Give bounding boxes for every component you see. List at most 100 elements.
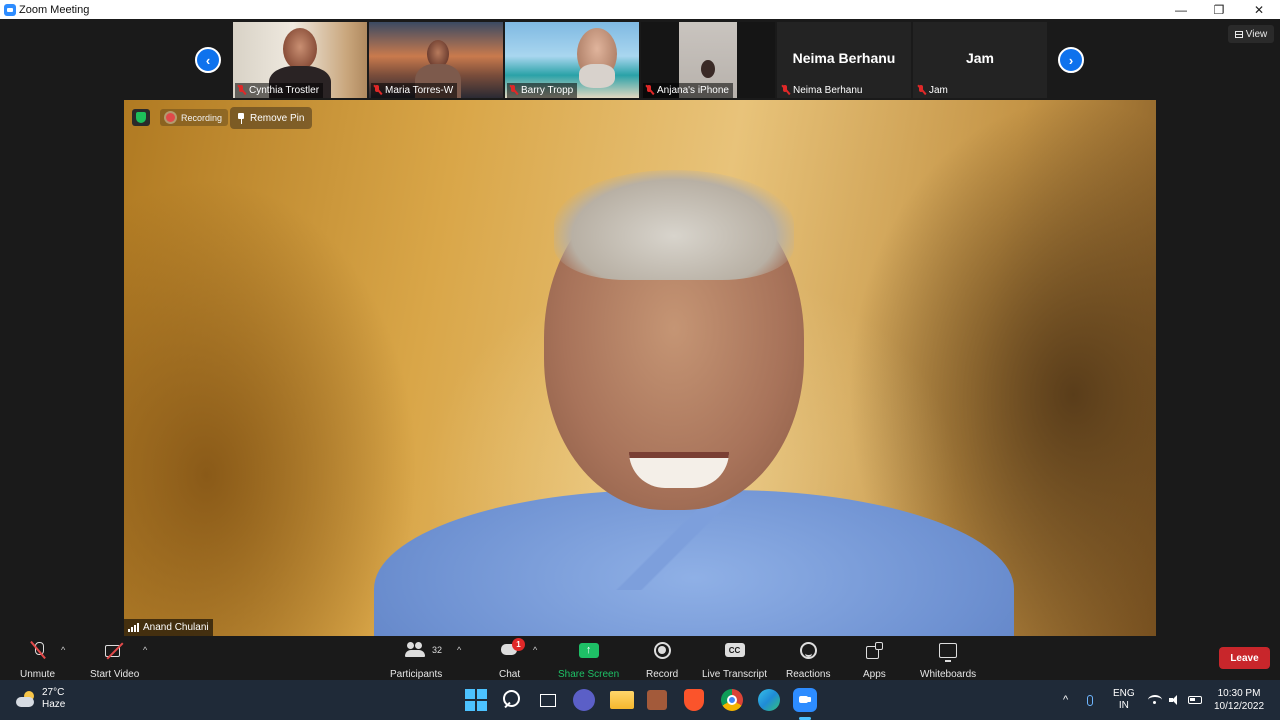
unmute-button[interactable]: Unmute xyxy=(20,639,55,680)
live-transcript-button[interactable]: CC Live Transcript xyxy=(702,639,767,680)
mic-muted-icon xyxy=(509,85,518,96)
chrome-browser-icon[interactable] xyxy=(721,689,743,711)
teams-chat-icon[interactable] xyxy=(573,689,595,711)
weather-widget[interactable]: 27°C Haze xyxy=(16,687,65,711)
recording-indicator[interactable]: Recording xyxy=(160,109,229,126)
windows-start-icon[interactable] xyxy=(464,688,488,712)
view-button[interactable]: View xyxy=(1228,25,1274,43)
unmute-label: Unmute xyxy=(20,669,56,680)
remove-pin-button[interactable]: Remove Pin xyxy=(230,107,313,129)
clock-date: 10/12/2022 xyxy=(1214,701,1265,712)
task-view-icon[interactable] xyxy=(537,688,561,712)
participant-name: Barry Tropp xyxy=(521,85,574,96)
mic-muted-icon xyxy=(373,85,382,96)
recording-dot-icon xyxy=(166,113,175,122)
participant-display-name: Jam xyxy=(965,50,995,66)
microphone-muted-icon xyxy=(31,641,45,659)
participant-tile[interactable]: Maria Torres-W xyxy=(369,22,503,98)
window-title-bar: Zoom Meeting — ❐ ✕ xyxy=(0,0,1280,19)
speaker-video-hair xyxy=(554,170,794,280)
reactions-label: Reactions xyxy=(786,669,831,680)
participant-name: Maria Torres-W xyxy=(385,85,454,96)
speaker-name: Anand Chulani xyxy=(143,622,209,633)
active-speaker-video[interactable]: Recording Remove Pin Anand Chulani xyxy=(124,100,1156,636)
chat-options-caret[interactable]: ^ xyxy=(533,645,537,655)
participant-tile[interactable]: Neima Berhanu Neima Berhanu xyxy=(777,22,911,98)
gallery-next-button[interactable]: › xyxy=(1058,47,1084,73)
share-screen-label: Share Screen xyxy=(558,669,620,680)
brave-browser-icon[interactable] xyxy=(684,689,704,711)
mic-muted-icon xyxy=(237,85,246,96)
participants-options-caret[interactable]: ^ xyxy=(457,645,461,655)
participant-label: Neima Berhanu xyxy=(779,83,866,98)
participant-label: Jam xyxy=(915,83,952,98)
security-shield-icon[interactable] xyxy=(132,109,150,126)
participants-icon xyxy=(405,642,427,658)
whiteboards-button[interactable]: Whiteboards xyxy=(920,639,976,680)
microphone-in-use-icon[interactable] xyxy=(1087,680,1093,720)
show-hidden-icons-chevron-icon[interactable]: ^ xyxy=(1063,680,1068,720)
audio-options-caret[interactable]: ^ xyxy=(61,645,65,655)
apps-icon xyxy=(866,642,884,659)
chevron-left-icon: ‹ xyxy=(205,52,211,68)
reactions-button[interactable]: Reactions xyxy=(786,639,830,680)
chat-unread-badge: 1 xyxy=(512,638,525,651)
mic-muted-icon xyxy=(645,85,654,96)
participant-name: Cynthia Trostler xyxy=(249,85,320,96)
video-options-caret[interactable]: ^ xyxy=(143,645,147,655)
record-button[interactable]: Record xyxy=(646,639,678,680)
apps-button[interactable]: Apps xyxy=(863,639,886,680)
view-button-label: View xyxy=(1245,28,1268,40)
file-explorer-icon[interactable] xyxy=(610,691,634,709)
chevron-right-icon: › xyxy=(1068,52,1074,68)
minimize-button[interactable]: — xyxy=(1162,0,1200,19)
participants-label: Participants xyxy=(390,669,443,680)
system-clock[interactable]: 10:30 PM 10/12/2022 xyxy=(1214,680,1264,720)
closed-caption-icon: CC xyxy=(724,643,745,657)
mic-muted-icon xyxy=(917,85,926,96)
weather-haze-icon xyxy=(16,691,36,707)
restore-button[interactable]: ❐ xyxy=(1200,0,1238,19)
temperature: 27°C xyxy=(42,687,65,698)
gallery-prev-button[interactable]: ‹ xyxy=(195,47,221,73)
start-video-label: Start Video xyxy=(90,669,140,680)
participant-tile[interactable]: Cynthia Trostler xyxy=(233,22,367,98)
edge-browser-icon[interactable] xyxy=(758,689,780,711)
meeting-controls-toolbar: Unmute ^ Start Video ^ Participants 32 ^… xyxy=(0,637,1280,680)
system-tray-icons[interactable] xyxy=(1148,680,1202,720)
mic-muted-icon xyxy=(781,85,790,96)
participant-display-name: Neima Berhanu xyxy=(792,50,896,66)
clock-time: 10:30 PM xyxy=(1217,688,1261,699)
office-app-icon[interactable] xyxy=(647,690,667,710)
window-title: Zoom Meeting xyxy=(19,3,90,16)
participant-label: Maria Torres-W xyxy=(371,83,458,98)
participant-tile[interactable]: Anjana's iPhone xyxy=(641,22,775,98)
weather-text: 27°C Haze xyxy=(42,687,65,711)
leave-meeting-button[interactable]: Leave xyxy=(1219,647,1270,669)
pin-icon xyxy=(238,112,244,124)
start-video-button[interactable]: Start Video xyxy=(90,639,139,680)
participant-name: Neima Berhanu xyxy=(793,85,863,96)
search-icon[interactable] xyxy=(500,688,524,712)
participant-tile[interactable]: Barry Tropp xyxy=(505,22,639,98)
participant-tile[interactable]: Jam Jam xyxy=(913,22,1047,98)
wifi-icon xyxy=(1148,695,1162,705)
record-label: Record xyxy=(646,669,679,680)
share-screen-button[interactable]: ↑ Share Screen xyxy=(558,639,619,680)
record-icon xyxy=(653,641,671,659)
language-code: ENG xyxy=(1113,688,1135,699)
participant-video xyxy=(283,28,317,70)
close-window-button[interactable]: ✕ xyxy=(1240,0,1278,19)
participant-video-face xyxy=(701,60,715,78)
weather-condition: Haze xyxy=(42,699,66,710)
remove-pin-label: Remove Pin xyxy=(250,112,305,124)
participant-label: Barry Tropp xyxy=(507,83,578,98)
volume-icon xyxy=(1169,695,1181,705)
input-language-indicator[interactable]: ENG IN xyxy=(1113,680,1135,720)
live-transcript-label: Live Transcript xyxy=(702,669,768,680)
language-region: IN xyxy=(1118,700,1129,711)
speaker-video-collar xyxy=(579,500,769,590)
participant-label: Anjana's iPhone xyxy=(643,83,733,98)
zoom-taskbar-icon[interactable] xyxy=(793,688,817,712)
participant-count: 32 xyxy=(432,645,443,655)
